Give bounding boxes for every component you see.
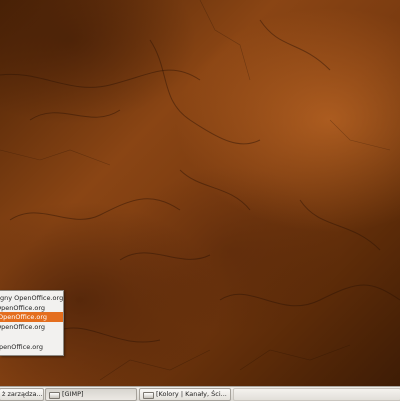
taskbar-button-kolory[interactable]: [Kolory | Kanały, Ści... — [139, 388, 231, 401]
taskbar-button-label: [GIMP] — [62, 390, 84, 398]
window-icon — [49, 392, 60, 399]
taskbar-button-label: ż zarządza... — [2, 390, 43, 398]
taskbar-button-gimp[interactable]: [GIMP] — [45, 388, 137, 401]
window-icon — [143, 392, 154, 399]
menu-item-label: penOffice.org — [0, 343, 43, 351]
menu-item-label: OpenOffice.org — [0, 313, 48, 321]
menu-item[interactable]: gny OpenOffice.org — [0, 293, 63, 303]
menu-item[interactable]: OpenOffice.org — [0, 322, 63, 332]
taskbar-button-window-manager[interactable]: ż zarządza... — [0, 388, 44, 401]
popup-menu: gny OpenOffice.org OpenOffice.org OpenOf… — [0, 290, 64, 356]
menu-item[interactable]: penOffice.org — [0, 342, 63, 352]
taskbar: ż zarządza... [GIMP] [Kolory | Kanały, Ś… — [0, 386, 400, 401]
menu-item-selected[interactable]: OpenOffice.org — [0, 312, 63, 322]
menu-item-label: gny OpenOffice.org — [0, 294, 63, 302]
taskbar-button-label: [Kolory | Kanały, Ści... — [156, 390, 227, 398]
taskbar-empty-slot — [233, 388, 400, 401]
menu-item-label: OpenOffice.org — [0, 323, 46, 331]
